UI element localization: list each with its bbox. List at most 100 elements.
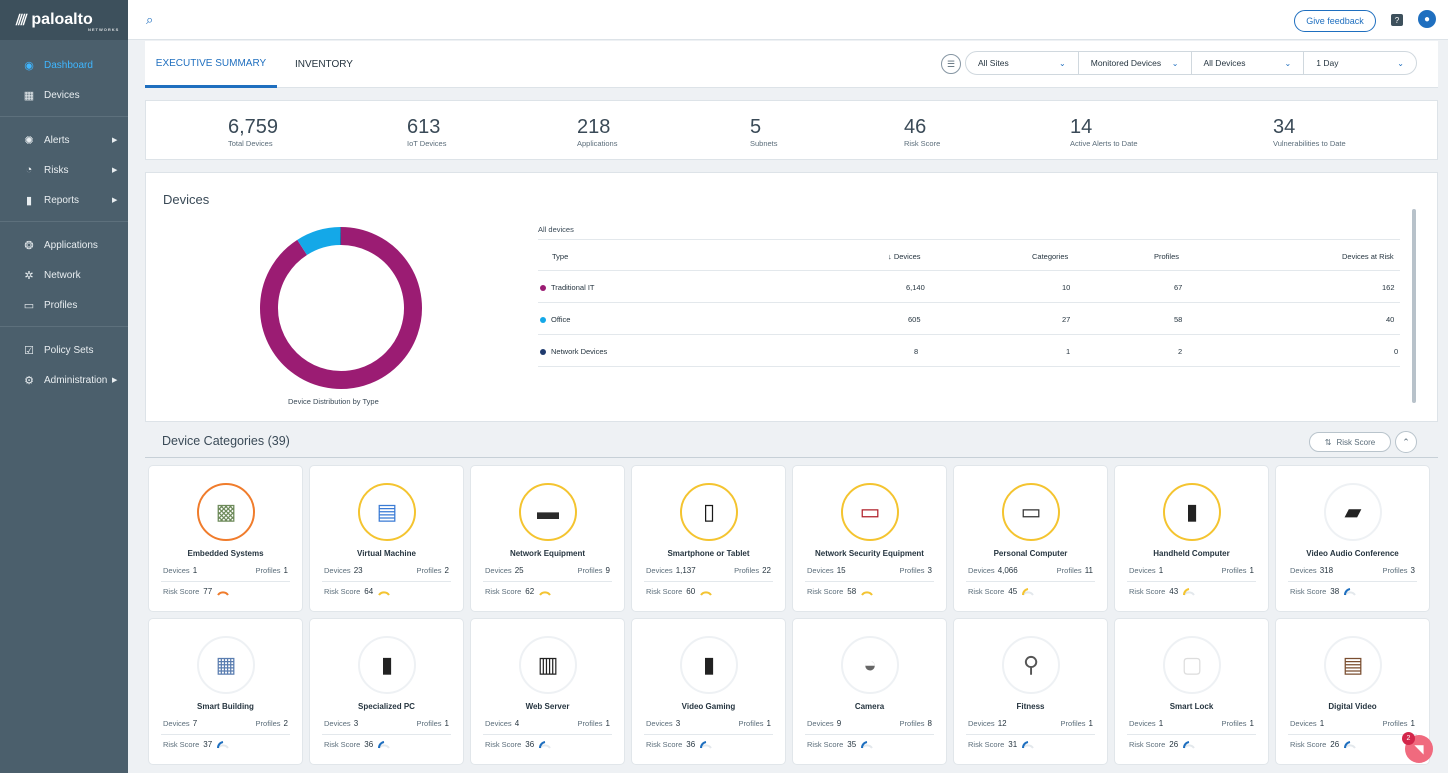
header-type[interactable]: Type: [552, 252, 568, 261]
stat-total-devices[interactable]: 6,759 Total Devices: [228, 117, 278, 148]
sidebar-item-applications[interactable]: ❂ Applications: [0, 230, 128, 260]
sidebar-item-reports[interactable]: ▮ Reports ▶: [0, 185, 128, 215]
paloalto-logo-icon: ⫽⫽: [16, 11, 27, 29]
sidebar-item-policy-sets[interactable]: ☑ Policy Sets: [0, 335, 128, 365]
header-categories[interactable]: Categories: [1032, 252, 1068, 261]
risk-value: 58: [847, 586, 857, 596]
help-icon[interactable]: ?: [1391, 14, 1403, 26]
category-card[interactable]: ▰ Video Audio Conference Devices 318 Profile…: [1276, 466, 1429, 611]
risks-icon: ◔: [25, 164, 33, 176]
time-range-select[interactable]: 1 Day ⌄: [1304, 52, 1416, 74]
risk-gauge-icon: [378, 741, 391, 749]
stat-iot-devices[interactable]: 613 IoT Devices: [407, 117, 446, 148]
sidebar-item-dashboard[interactable]: ◉ Dashboard: [0, 50, 128, 80]
table-row[interactable]: Network Devices 8 1 2 0: [538, 335, 1400, 367]
stat-value: 5: [750, 116, 762, 138]
category-card[interactable]: ▥ Web Server Devices 4 Profiles 1 Risk Score 36: [471, 619, 624, 764]
give-feedback-button[interactable]: Give feedback: [1294, 10, 1376, 32]
category-card[interactable]: ▬ Network Equipment Devices 25 Profiles 9 Risk…: [471, 466, 624, 611]
sidebar-item-label: Dashboard: [44, 59, 93, 71]
filter-icon[interactable]: ☰: [941, 54, 961, 74]
brand-logo[interactable]: ⫽⫽ paloalto NETWORKS: [0, 0, 128, 40]
profiles-count: 1: [1249, 719, 1254, 728]
search-icon[interactable]: ⌕: [146, 12, 160, 27]
chevron-down-icon: ⌄: [1284, 58, 1292, 68]
divider: [0, 116, 128, 117]
devices-count: 15: [836, 566, 846, 575]
category-card[interactable]: ▮ Video Gaming Devices 3 Profiles 1 Risk Score…: [632, 619, 785, 764]
monitored-select[interactable]: Monitored Devices ⌄: [1079, 52, 1192, 74]
category-risk: Risk Score 36: [324, 739, 391, 749]
category-name: Specialized PC: [358, 702, 415, 711]
risk-label: Risk Score: [807, 739, 844, 749]
risk-label: Risk Score: [968, 586, 1005, 596]
devices-count: 1: [1158, 719, 1164, 728]
devices-label: Devices: [1129, 719, 1156, 728]
stat-value: 14: [1070, 116, 1093, 138]
category-name: Virtual Machine: [357, 549, 416, 558]
row-categories: 1: [1066, 347, 1071, 356]
risk-gauge-icon: [539, 741, 552, 749]
category-card[interactable]: ▦ Smart Building Devices 7 Profiles 2 Risk Sco…: [149, 619, 302, 764]
device-select[interactable]: All Devices ⌄: [1192, 52, 1305, 74]
tab-inventory[interactable]: INVENTORY: [295, 41, 353, 88]
user-avatar-icon[interactable]: ●: [1418, 10, 1436, 28]
category-card[interactable]: ▯ Smartphone or Tablet Devices 1,137 Profile…: [632, 466, 785, 611]
sidebar-item-administration[interactable]: ⚙ Administration ▶: [0, 365, 128, 395]
category-card[interactable]: ▭ Network Security Equipment Devices 15 Prof…: [793, 466, 946, 611]
collapse-button[interactable]: ⌃: [1395, 431, 1417, 453]
donut-slice[interactable]: [297, 227, 341, 256]
device-icon: ▭: [859, 499, 881, 524]
category-card[interactable]: ▮ Specialized PC Devices 3 Profiles 1 Risk Sco…: [310, 619, 463, 764]
category-counts: Devices 7 Profiles 2: [163, 719, 288, 731]
table-row[interactable]: Traditional IT 6,140 10 67 162: [538, 271, 1400, 303]
category-risk: Risk Score 60: [646, 586, 713, 596]
devices-count: 1,137: [675, 566, 696, 575]
device-icon: ▮: [380, 652, 394, 677]
category-card[interactable]: ▤ Virtual Machine Devices 23 Profiles 2 Risk S…: [310, 466, 463, 611]
tab-executive-summary[interactable]: EXECUTIVE SUMMARY: [145, 41, 277, 88]
category-card[interactable]: ⚲ Fitness Devices 12 Profiles 1 Risk Score 31: [954, 619, 1107, 764]
category-card[interactable]: ▮ Handheld Computer Devices 1 Profiles 1 Risk …: [1115, 466, 1268, 611]
category-card[interactable]: ▢ Smart Lock Devices 1 Profiles 1 Risk Score 26: [1115, 619, 1268, 764]
header-devices-at-risk[interactable]: Devices at Risk: [1342, 252, 1394, 261]
profiles-count: 2: [444, 566, 449, 575]
devices-count: 12: [997, 719, 1007, 728]
sidebar-item-alerts[interactable]: ✺ Alerts ▶: [0, 125, 128, 155]
chevron-down-icon: ⌄: [1059, 58, 1066, 68]
stat-active-alerts[interactable]: 14 Active Alerts to Date: [1070, 117, 1138, 148]
sidebar-item-risks[interactable]: ◔ Risks ▶: [0, 155, 128, 185]
filter-bar: All Sites ⌄ Monitored Devices ⌄ All Device…: [965, 51, 1417, 75]
category-image: ▬: [519, 483, 577, 541]
profiles-count: 1: [444, 719, 449, 728]
row-type: Traditional IT: [551, 283, 595, 292]
stat-vulnerabilities[interactable]: 34 Vulnerabilities to Date: [1273, 117, 1346, 148]
stat-risk-score[interactable]: 46 Risk Score: [904, 117, 940, 148]
category-card[interactable]: ▩ Embedded Systems Devices 1 Profiles 1 Risk S…: [149, 466, 302, 611]
legend-dot: [540, 285, 546, 292]
risk-gauge-icon: [1022, 588, 1035, 596]
risk-value: 36: [364, 739, 374, 749]
stat-applications[interactable]: 218 Applications: [577, 117, 617, 148]
stat-subnets[interactable]: 5 Subnets: [750, 117, 778, 148]
sidebar-item-devices[interactable]: ▦ Devices: [0, 80, 128, 110]
scrollbar[interactable]: [1412, 209, 1416, 403]
risk-gauge-icon: [1183, 741, 1196, 749]
sites-select[interactable]: All Sites ⌄: [966, 52, 1079, 74]
sidebar-item-network[interactable]: ✲ Network: [0, 260, 128, 290]
donut-slice[interactable]: [260, 227, 422, 389]
category-image: ▮: [1163, 483, 1221, 541]
sidebar-item-profiles[interactable]: ▭ Profiles: [0, 290, 128, 320]
device-icon: ▬: [537, 499, 559, 524]
category-card[interactable]: ▭ Personal Computer Devices 4,066 Profiles 11…: [954, 466, 1107, 611]
sort-risk-score-button[interactable]: ⇅ Risk Score: [1309, 432, 1391, 452]
category-card[interactable]: ◒ Camera Devices 9 Profiles 8 Risk Score 35: [793, 619, 946, 764]
category-counts: Devices 1 Profiles 1: [163, 566, 288, 578]
divider: [1288, 734, 1417, 735]
table-row[interactable]: Office 605 27 58 40: [538, 303, 1400, 335]
header-devices[interactable]: ↓ Devices: [888, 252, 921, 261]
risk-value: 26: [1330, 739, 1340, 749]
devices-count: 4: [514, 719, 520, 728]
row-at-risk: 0: [1394, 347, 1399, 356]
header-profiles[interactable]: Profiles: [1154, 252, 1179, 261]
